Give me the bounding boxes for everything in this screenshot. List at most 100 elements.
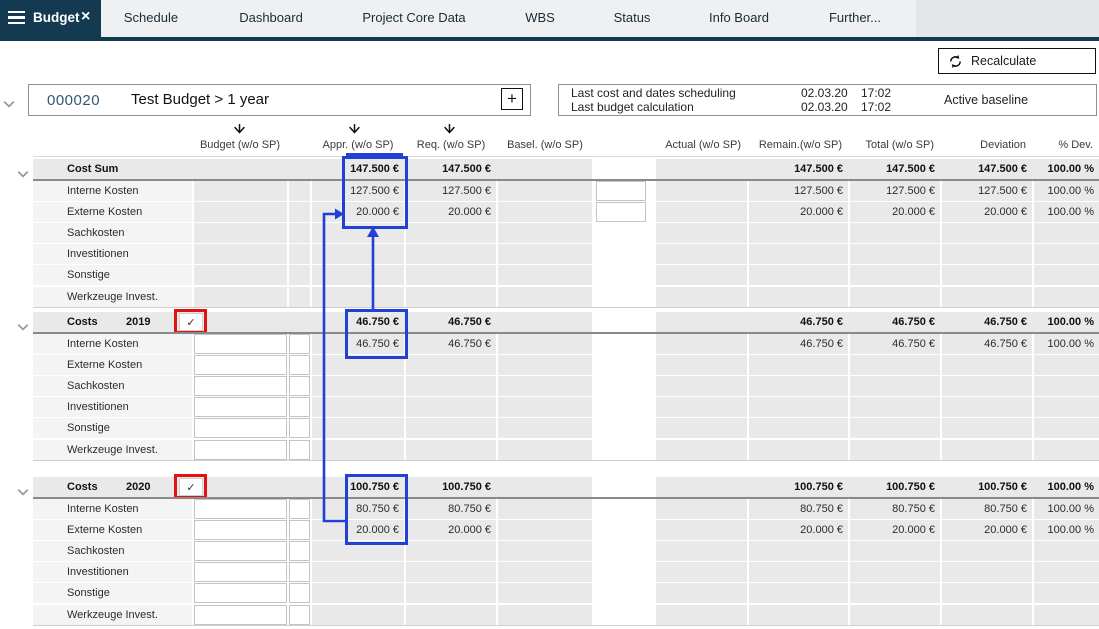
cell-actual[interactable] xyxy=(656,376,747,396)
cell-remain[interactable] xyxy=(749,562,848,582)
cell-actual[interactable] xyxy=(656,605,747,625)
cell-req[interactable] xyxy=(406,287,496,307)
cell-narrow[interactable] xyxy=(289,440,310,460)
sum-value-appr[interactable]: 147.500 € xyxy=(312,159,404,179)
cell-remain[interactable]: 46.750 € xyxy=(749,334,848,354)
cell-actual[interactable] xyxy=(656,583,747,603)
cell-actual[interactable] xyxy=(656,265,747,285)
cell-total[interactable] xyxy=(850,605,940,625)
row-label[interactable]: Werkzeuge Invest. xyxy=(33,287,192,307)
cell-narrow[interactable] xyxy=(289,499,310,519)
project-expand-chevron-icon[interactable] xyxy=(3,95,15,113)
cell-total[interactable]: 80.750 € xyxy=(850,499,940,519)
cell-dev[interactable]: 20.000 € xyxy=(942,520,1032,540)
tab-status[interactable]: Status xyxy=(614,10,651,25)
cell-dev[interactable] xyxy=(942,355,1032,375)
cell-req[interactable] xyxy=(406,583,496,603)
cell-total[interactable] xyxy=(850,562,940,582)
row-label[interactable]: Interne Kosten xyxy=(33,334,192,354)
row-label[interactable]: Sonstige xyxy=(33,265,192,285)
cell-pdev[interactable] xyxy=(1034,397,1099,417)
sum-value-pdev[interactable]: 100.00 % xyxy=(1034,312,1099,332)
cell-remain[interactable] xyxy=(749,605,848,625)
cell-remain[interactable]: 127.500 € xyxy=(749,181,848,201)
cell-dev[interactable] xyxy=(942,583,1032,603)
cell-pdev[interactable] xyxy=(1034,583,1099,603)
cell-total[interactable]: 20.000 € xyxy=(850,520,940,540)
section-expand-chevron-icon[interactable] xyxy=(17,318,29,326)
cell-basel[interactable] xyxy=(498,440,592,460)
cell-narrow[interactable] xyxy=(289,541,310,561)
tab-project-core-data[interactable]: Project Core Data xyxy=(362,10,465,25)
cell-narrow[interactable] xyxy=(289,562,310,582)
sum-value-pdev[interactable]: 100.00 % xyxy=(1034,477,1099,497)
cell-basel[interactable] xyxy=(498,605,592,625)
cell-req[interactable]: 80.750 € xyxy=(406,499,496,519)
cell-total[interactable] xyxy=(850,440,940,460)
cell-req[interactable] xyxy=(406,355,496,375)
cell-total[interactable] xyxy=(850,355,940,375)
sum-value-total[interactable]: 46.750 € xyxy=(850,312,940,332)
cell-req[interactable] xyxy=(406,541,496,561)
cell-budget[interactable] xyxy=(194,499,287,519)
cell-pdev[interactable] xyxy=(1034,418,1099,438)
cell-req[interactable] xyxy=(406,244,496,264)
cell-appr[interactable]: 46.750 € xyxy=(312,334,404,354)
cell-basel[interactable] xyxy=(498,287,592,307)
cell-appr[interactable] xyxy=(312,223,404,243)
cell-basel[interactable] xyxy=(498,334,592,354)
cell-budget[interactable] xyxy=(194,520,287,540)
recalculate-button[interactable]: Recalculate xyxy=(938,48,1096,74)
menu-icon[interactable] xyxy=(8,11,25,25)
cell-basel[interactable] xyxy=(498,355,592,375)
cell-appr[interactable]: 20.000 € xyxy=(312,520,404,540)
cell-actual[interactable] xyxy=(656,541,747,561)
sum-value-req[interactable]: 147.500 € xyxy=(406,159,496,179)
row-label[interactable]: Sonstige xyxy=(33,583,192,603)
cell-budget[interactable] xyxy=(194,605,287,625)
cell-total[interactable] xyxy=(850,244,940,264)
cell-narrow[interactable] xyxy=(289,265,310,285)
cell-dev[interactable] xyxy=(942,440,1032,460)
row-label[interactable]: Investitionen xyxy=(33,244,192,264)
sum-value-req[interactable]: 100.750 € xyxy=(406,477,496,497)
cell-req[interactable] xyxy=(406,265,496,285)
cell-dev[interactable] xyxy=(942,265,1032,285)
cell-budget[interactable] xyxy=(194,355,287,375)
cell-req[interactable] xyxy=(406,223,496,243)
close-icon[interactable]: × xyxy=(81,8,90,26)
cell-total[interactable] xyxy=(850,223,940,243)
column-header-4[interactable]: Basel. (w/o SP) xyxy=(507,139,583,153)
row-label[interactable]: Externe Kosten xyxy=(33,202,192,222)
cell-narrow[interactable] xyxy=(289,520,310,540)
cell-actual[interactable] xyxy=(656,287,747,307)
cell-pdev[interactable] xyxy=(1034,355,1099,375)
sum-value-total[interactable]: 100.750 € xyxy=(850,477,940,497)
cell-narrow[interactable] xyxy=(289,287,310,307)
cell-budget[interactable] xyxy=(194,202,287,222)
cell-req[interactable]: 46.750 € xyxy=(406,334,496,354)
cell-narrow[interactable] xyxy=(289,583,310,603)
cell-dev[interactable] xyxy=(942,605,1032,625)
cell-total[interactable] xyxy=(850,418,940,438)
cell-actual[interactable] xyxy=(656,223,747,243)
cell-dev[interactable]: 46.750 € xyxy=(942,334,1032,354)
cell-basel[interactable] xyxy=(498,418,592,438)
cell-req[interactable]: 20.000 € xyxy=(406,520,496,540)
cell-appr[interactable] xyxy=(312,605,404,625)
cell-dev[interactable]: 80.750 € xyxy=(942,499,1032,519)
cell-dev[interactable] xyxy=(942,223,1032,243)
sum-value-dev[interactable]: 100.750 € xyxy=(942,477,1032,497)
cell-req[interactable] xyxy=(406,397,496,417)
cell-req[interactable] xyxy=(406,440,496,460)
cell-appr[interactable] xyxy=(312,287,404,307)
filter-icon[interactable] xyxy=(443,123,457,137)
cell-narrow[interactable] xyxy=(289,355,310,375)
cell-narrow[interactable] xyxy=(289,376,310,396)
cell-dev[interactable] xyxy=(942,418,1032,438)
cell-appr[interactable] xyxy=(312,397,404,417)
cell-narrow[interactable] xyxy=(289,202,310,222)
cell-appr[interactable] xyxy=(312,355,404,375)
cell-appr[interactable]: 20.000 € xyxy=(312,202,404,222)
cell-appr[interactable]: 80.750 € xyxy=(312,499,404,519)
